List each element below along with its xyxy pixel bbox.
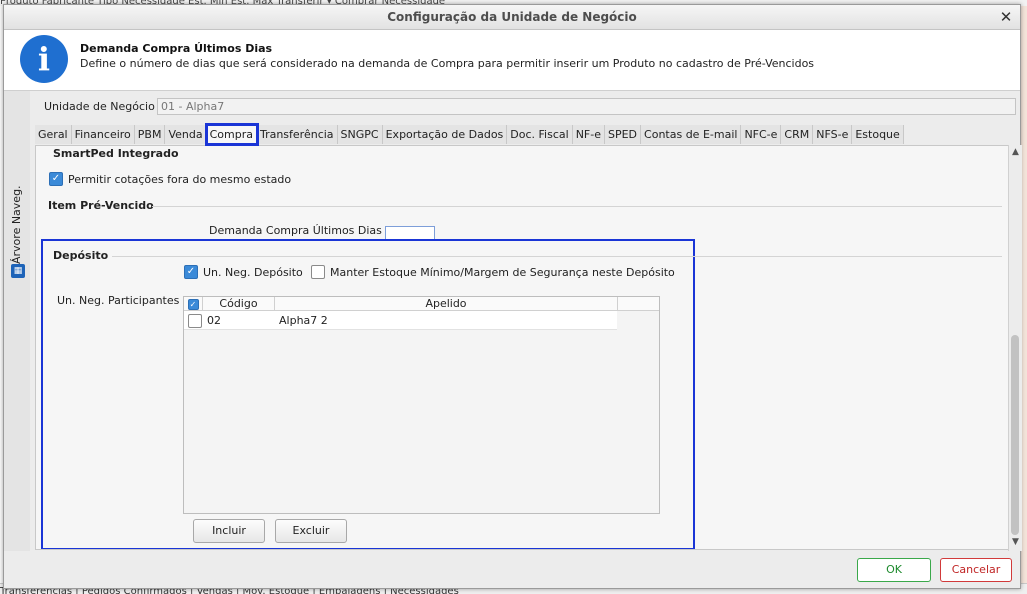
tab-sped[interactable]: SPED — [604, 125, 642, 144]
select-all-checkbox[interactable]: ✓ — [187, 299, 199, 310]
unidade-negocio-label: Unidade de Negócio — [44, 100, 155, 113]
info-icon: i — [20, 35, 68, 83]
manter-estoque-label: Manter Estoque Mínimo/Margem de Seguranç… — [330, 265, 675, 279]
tab-sngpc[interactable]: SNGPC — [337, 125, 383, 144]
section-divider — [152, 206, 1002, 207]
tab-venda[interactable]: Venda — [165, 125, 207, 144]
ok-button[interactable]: OK — [857, 558, 931, 582]
tab-bar: Geral Financeiro PBM Venda Compra Transf… — [35, 123, 904, 146]
row-checkbox[interactable] — [188, 314, 202, 328]
configuracao-dialog: Configuração da Unidade de Negócio ✕ i D… — [3, 4, 1022, 589]
dialog-titlebar[interactable]: Configuração da Unidade de Negócio ✕ — [4, 5, 1020, 30]
tree-icon[interactable]: ▦ — [11, 264, 25, 278]
item-pre-vencido-title: Item Pré-Vencido — [48, 199, 154, 212]
table-row[interactable]: 02 Alpha7 2 — [184, 311, 617, 330]
row-codigo: 02 — [207, 314, 221, 327]
tab-nfce[interactable]: NFC-e — [741, 125, 782, 144]
manter-estoque-option[interactable]: Manter Estoque Mínimo/Margem de Seguranç… — [311, 265, 675, 279]
tab-pbm[interactable]: PBM — [134, 125, 166, 144]
demanda-label: Demanda Compra Últimos Dias — [209, 224, 382, 237]
tab-geral[interactable]: Geral — [35, 125, 72, 144]
tab-transferencia[interactable]: Transferência — [256, 125, 338, 144]
excluir-button[interactable]: Excluir — [275, 519, 347, 543]
scroll-up-icon[interactable]: ▲ — [1009, 147, 1022, 157]
dialog-title: Configuração da Unidade de Negócio — [387, 10, 637, 24]
un-neg-deposito-option[interactable]: ✓ Un. Neg. Depósito — [184, 265, 303, 279]
info-title: Demanda Compra Últimos Dias — [80, 42, 273, 55]
tab-nfe[interactable]: NF-e — [572, 125, 605, 144]
tab-contas-email[interactable]: Contas de E-mail — [641, 125, 742, 144]
content-scrollbar[interactable]: ▲ ▼ — [1008, 145, 1022, 551]
deposito-title: Depósito — [53, 249, 109, 262]
manter-estoque-checkbox[interactable] — [311, 265, 325, 279]
permitir-cotacoes-checkbox[interactable]: ✓ — [49, 172, 63, 186]
tab-nfse[interactable]: NFS-e — [813, 125, 853, 144]
grid-header-select[interactable]: ✓ — [184, 297, 203, 310]
participantes-grid[interactable]: ✓ Código Apelido 02 Alpha7 2 — [183, 296, 660, 514]
info-panel: i Demanda Compra Últimos Dias Define o n… — [4, 30, 1020, 91]
arvore-naveg-label[interactable]: Árvore Naveg. — [10, 185, 24, 264]
un-neg-deposito-label: Un. Neg. Depósito — [203, 265, 303, 279]
cancel-button[interactable]: Cancelar — [940, 558, 1012, 582]
tab-compra[interactable]: Compra — [204, 123, 259, 146]
tab-crm[interactable]: CRM — [781, 125, 814, 144]
permitir-cotacoes-label: Permitir cotações fora do mesmo estado — [68, 172, 292, 186]
tab-estoque[interactable]: Estoque — [852, 125, 904, 144]
compra-tab-content: SmartPed Integrado ✓ Permitir cotações f… — [35, 145, 1010, 550]
incluir-button[interactable]: Incluir — [193, 519, 265, 543]
grid-header-apelido[interactable]: Apelido — [275, 297, 618, 310]
info-description: Define o número de dias que será conside… — [80, 57, 815, 70]
permitir-cotacoes-option[interactable]: ✓ Permitir cotações fora do mesmo estado — [49, 172, 291, 186]
un-neg-deposito-checkbox[interactable]: ✓ — [184, 265, 198, 279]
smartped-section-title: SmartPed Integrado — [53, 147, 179, 160]
participantes-label: Un. Neg. Participantes — [57, 294, 180, 307]
unidade-negocio-field: 01 - Alpha7 — [157, 98, 1016, 115]
close-icon[interactable]: ✕ — [996, 7, 1016, 27]
row-apelido: Alpha7 2 — [279, 314, 328, 327]
scroll-thumb[interactable] — [1011, 335, 1019, 535]
scroll-down-icon[interactable]: ▼ — [1009, 537, 1022, 547]
tab-doc-fiscal[interactable]: Doc. Fiscal — [507, 125, 573, 144]
grid-header: ✓ Código Apelido — [184, 297, 659, 311]
tab-financeiro[interactable]: Financeiro — [71, 125, 135, 144]
tab-exportacao-dados[interactable]: Exportação de Dados — [382, 125, 508, 144]
deposito-divider — [112, 256, 1002, 257]
navigation-tree-strip[interactable]: Árvore Naveg. ▦ — [4, 91, 30, 551]
grid-header-codigo[interactable]: Código — [203, 297, 275, 310]
